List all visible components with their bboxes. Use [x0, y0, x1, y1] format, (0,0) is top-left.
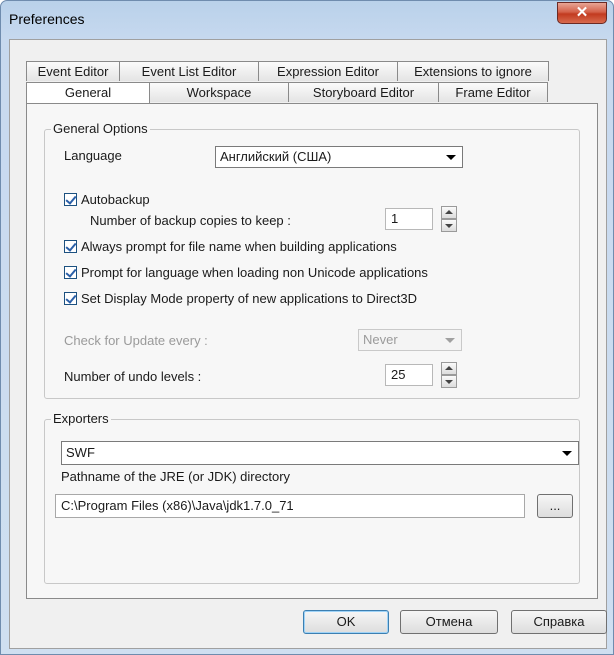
- exporters-title: Exporters: [51, 411, 111, 426]
- language-select[interactable]: Английский (США): [215, 146, 463, 168]
- prompt-language-label: Prompt for language when loading non Uni…: [81, 265, 428, 280]
- display-mode-checkbox[interactable]: Set Display Mode property of new applica…: [64, 291, 417, 306]
- chevron-down-icon: [562, 451, 572, 456]
- exporter-value: SWF: [66, 445, 95, 460]
- backup-copies-input[interactable]: 1: [385, 208, 433, 230]
- tab-row-bottom: General Workspace Storyboard Editor Fram…: [26, 82, 548, 103]
- tab-general[interactable]: General: [26, 82, 150, 103]
- tab-frame-editor[interactable]: Frame Editor: [438, 82, 548, 102]
- tab-extensions-to-ignore[interactable]: Extensions to ignore: [397, 61, 549, 81]
- tab-event-editor[interactable]: Event Editor: [26, 61, 120, 81]
- checkbox-checked-icon: [64, 266, 77, 279]
- checkbox-checked-icon: [64, 240, 77, 253]
- checkbox-checked-icon: [64, 193, 77, 206]
- check-update-value: Never: [363, 332, 398, 347]
- spin-down-icon[interactable]: [441, 375, 457, 388]
- tab-workspace[interactable]: Workspace: [149, 82, 289, 102]
- backup-copies-stepper[interactable]: [441, 206, 457, 232]
- tab-row-top: Event Editor Event List Editor Expressio…: [26, 61, 549, 81]
- chevron-down-icon: [445, 338, 455, 343]
- ok-button[interactable]: OK: [303, 610, 389, 634]
- backup-copies-label: Number of backup copies to keep :: [90, 213, 291, 228]
- check-update-select: Never: [358, 329, 462, 351]
- tab-event-list-editor[interactable]: Event List Editor: [119, 61, 259, 81]
- always-prompt-label: Always prompt for file name when buildin…: [81, 239, 397, 254]
- window-title: Preferences: [9, 11, 85, 27]
- autobackup-label: Autobackup: [81, 192, 150, 207]
- checkbox-checked-icon: [64, 292, 77, 305]
- language-label: Language: [64, 148, 122, 163]
- general-options-group: General Options: [44, 121, 580, 399]
- browse-button[interactable]: ...: [537, 494, 573, 518]
- general-options-title: General Options: [51, 121, 150, 136]
- exporter-select[interactable]: SWF: [61, 441, 579, 465]
- always-prompt-checkbox[interactable]: Always prompt for file name when buildin…: [64, 239, 397, 254]
- check-update-label: Check for Update every :: [64, 333, 208, 348]
- close-icon: ✕: [575, 4, 589, 21]
- tab-storyboard-editor[interactable]: Storyboard Editor: [288, 82, 439, 102]
- jre-label: Pathname of the JRE (or JDK) directory: [61, 469, 291, 484]
- undo-levels-stepper[interactable]: [441, 362, 457, 388]
- prompt-language-checkbox[interactable]: Prompt for language when loading non Uni…: [64, 265, 428, 280]
- close-button[interactable]: ✕: [557, 2, 607, 24]
- undo-levels-label: Number of undo levels :: [64, 369, 202, 384]
- spin-up-icon[interactable]: [441, 362, 457, 375]
- language-value: Английский (США): [220, 149, 332, 164]
- autobackup-checkbox[interactable]: Autobackup: [64, 192, 150, 207]
- help-button[interactable]: Справка: [511, 610, 607, 634]
- spin-down-icon[interactable]: [441, 219, 457, 232]
- undo-levels-input[interactable]: 25: [385, 364, 433, 386]
- jre-path-input[interactable]: C:\Program Files (x86)\Java\jdk1.7.0_71: [55, 494, 525, 518]
- chevron-down-icon: [446, 155, 456, 160]
- spin-up-icon[interactable]: [441, 206, 457, 219]
- cancel-button[interactable]: Отмена: [400, 610, 498, 634]
- display-mode-label: Set Display Mode property of new applica…: [81, 291, 417, 306]
- tab-expression-editor[interactable]: Expression Editor: [258, 61, 398, 81]
